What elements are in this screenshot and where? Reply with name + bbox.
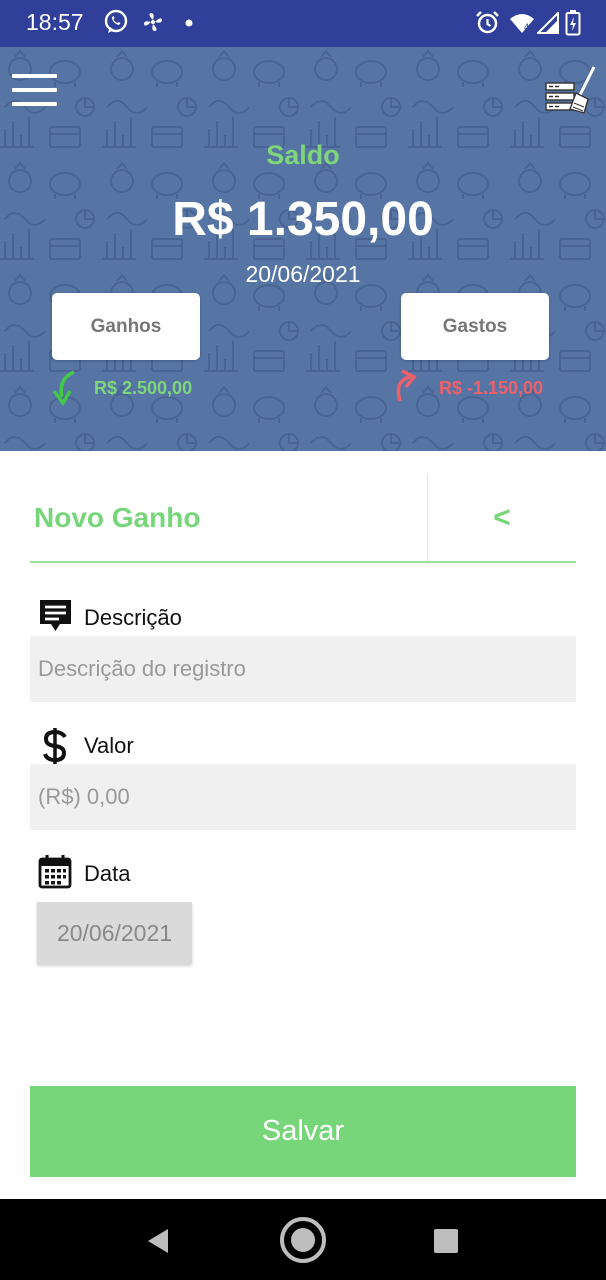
expense-button[interactable]: Gastos — [401, 293, 549, 360]
value-input[interactable] — [30, 764, 576, 830]
income-total: R$ 2.500,00 — [94, 378, 193, 398]
description-label: Descrição — [84, 605, 182, 630]
dollar-icon — [43, 728, 67, 764]
fan-icon — [144, 13, 162, 31]
date-picker-button[interactable]: 20/06/2021 — [37, 902, 192, 964]
expense-total: R$ -1.150,00 — [439, 378, 544, 398]
description-input[interactable] — [30, 636, 576, 702]
wifi-icon: 4 — [510, 14, 534, 33]
battery-icon — [565, 10, 581, 36]
balance-header: Saldo R$ 1.350,00 20/06/2021 Ganhos Gast… — [0, 47, 606, 451]
comment-icon — [40, 600, 71, 631]
hamburger-menu-icon[interactable] — [12, 74, 57, 106]
balance-label: Saldo — [266, 140, 340, 170]
status-bar: 18:57 4 — [0, 0, 606, 47]
system-nav-bar — [0, 1199, 606, 1280]
broom-clean-icon[interactable] — [544, 65, 598, 117]
expense-arrow-icon — [396, 369, 417, 402]
home-circle-icon[interactable] — [279, 1216, 327, 1264]
form-divider — [30, 561, 576, 563]
signal-icon — [537, 12, 559, 34]
income-button[interactable]: Ganhos — [52, 293, 200, 360]
income-arrow-icon — [52, 370, 75, 407]
back-button[interactable]: < — [427, 474, 576, 562]
balance-date: 20/06/2021 — [245, 261, 361, 287]
svg-text:4: 4 — [524, 22, 529, 32]
value-label: Valor — [84, 733, 134, 758]
recents-square-icon[interactable] — [433, 1228, 459, 1254]
alarm-icon — [476, 11, 499, 34]
save-button[interactable]: Salvar — [30, 1086, 576, 1177]
whatsapp-icon — [104, 9, 128, 33]
back-triangle-icon[interactable] — [146, 1228, 170, 1254]
calendar-icon — [38, 855, 72, 889]
status-time: 18:57 — [26, 9, 84, 35]
dot-icon — [185, 19, 193, 27]
date-label: Data — [84, 861, 131, 886]
balance-value: R$ 1.350,00 — [172, 193, 434, 246]
form-title: Novo Ganho — [34, 502, 201, 533]
